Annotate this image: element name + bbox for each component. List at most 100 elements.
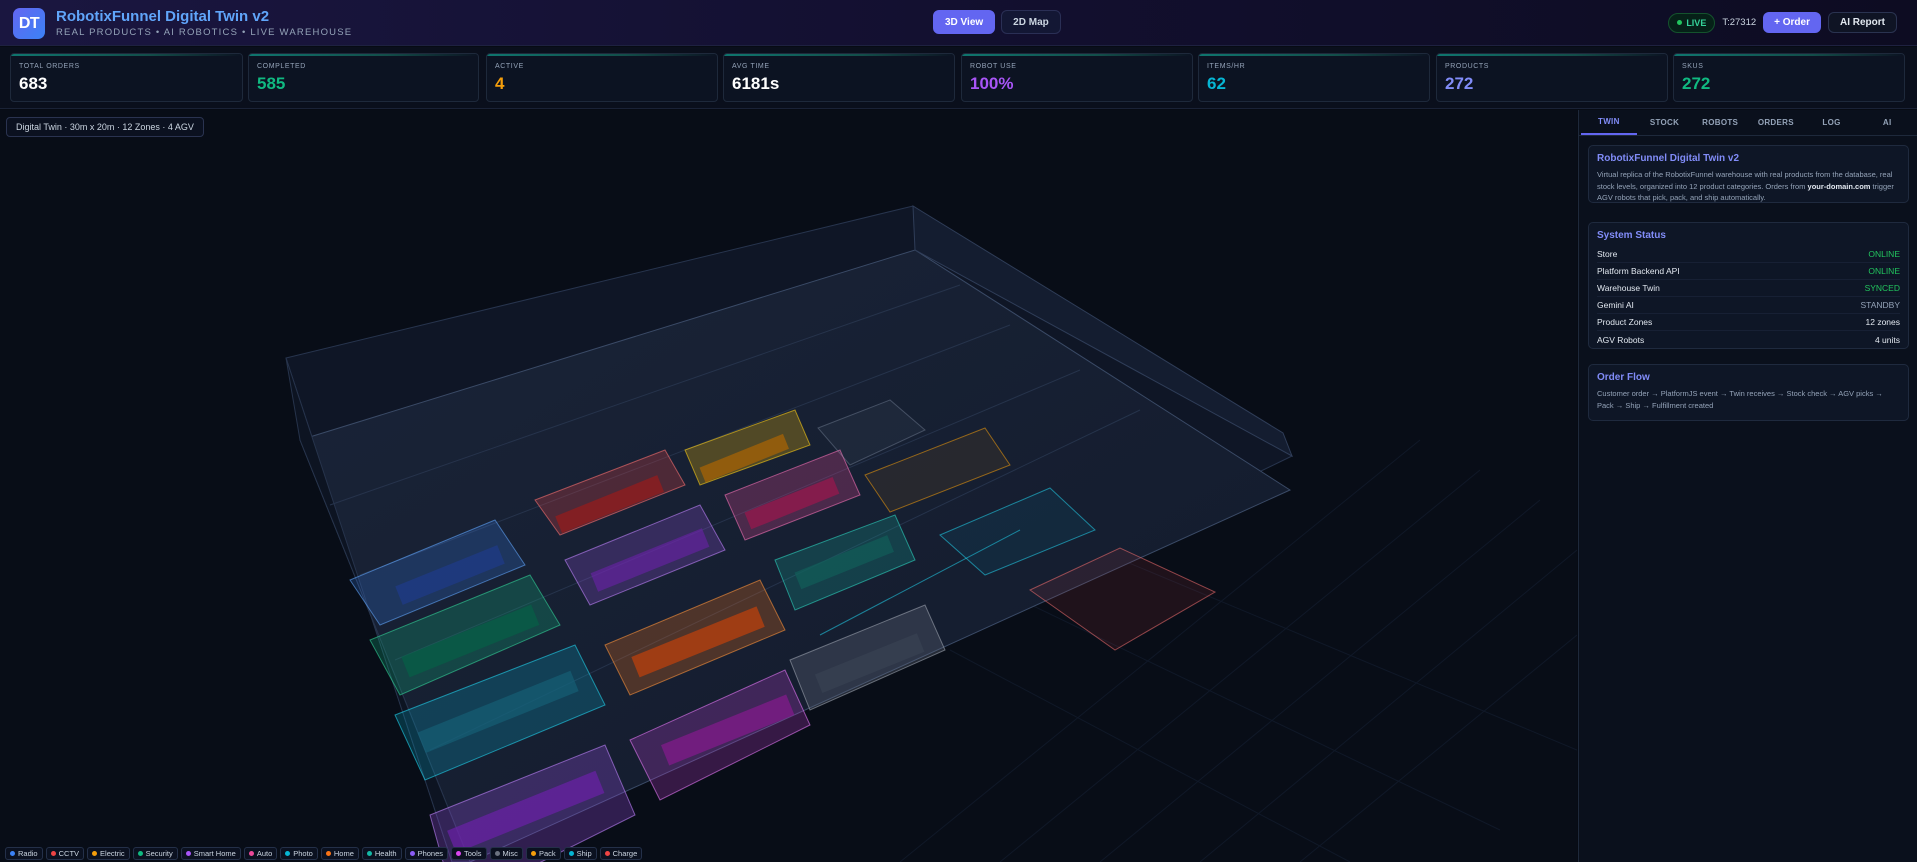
legend-item-home: Home (320, 847, 359, 860)
status-value: 12 zones (1865, 317, 1901, 327)
new-order-button[interactable]: + Order (1763, 12, 1821, 33)
stat-value: 272 (1445, 74, 1474, 93)
stat-avg-time: AVG TIME 6181s (723, 53, 955, 102)
legend-label: Radio (18, 849, 38, 858)
legend-item-electric: Electric (87, 847, 130, 860)
legend-item-misc: Misc (489, 847, 523, 860)
stat-robot-use: ROBOT USE 100% (961, 53, 1193, 102)
about-title: RobotixFunnel Digital Twin v2 (1597, 153, 1740, 164)
legend-swatch-icon (366, 851, 372, 856)
legend-swatch-icon (325, 851, 331, 856)
legend-swatch-icon (185, 851, 191, 856)
stat-value: 4 (495, 74, 505, 93)
status-key: AGV Robots (1597, 334, 1645, 345)
app-title: RobotixFunnel Digital Twin v2 (56, 8, 270, 25)
legend-swatch-icon (456, 851, 461, 856)
status-row-store: Store ONLINE (1597, 246, 1900, 263)
system-status-card: System Status Store ONLINE Platform Backe… (1588, 222, 1909, 349)
stats-bar: TOTAL ORDERS 683 COMPLETED 585 ACTIVE 4 … (0, 47, 1917, 109)
legend-item-pack: Pack (525, 847, 561, 860)
legend-label: Phones (417, 849, 443, 858)
status-key: Gemini AI (1597, 300, 1634, 310)
legend-label: Ship (576, 849, 592, 858)
about-text: Virtual replica of the RobotixFunnel war… (1597, 169, 1900, 204)
legend-swatch-icon (137, 851, 143, 856)
stat-value: 100% (970, 74, 1014, 93)
tab-stock[interactable]: STOCK (1637, 110, 1693, 135)
tab-ai[interactable]: AI (1859, 110, 1915, 135)
stat-label: PRODUCTS (1445, 63, 1490, 70)
legend-item-tools: Tools (451, 847, 487, 860)
status-value: ONLINE (1868, 249, 1900, 259)
warehouse-3d-render (285, 205, 1577, 862)
legend-item-radio: Radio (5, 847, 43, 860)
legend-label: Electric (100, 849, 125, 858)
live-dot-icon (1677, 20, 1683, 25)
status-title: System Status (1597, 230, 1666, 241)
status-row-gemini: Gemini AI STANDBY (1597, 297, 1900, 314)
ai-report-button[interactable]: AI Report (1828, 12, 1897, 33)
stat-label: SKUS (1682, 63, 1704, 70)
header-actions: LIVE T:27312 + Order AI Report (1668, 12, 1897, 33)
status-value: STANDBY (1860, 300, 1900, 310)
legend-swatch-icon (92, 851, 98, 856)
legend-label: Health (374, 849, 397, 858)
sim-tick: T:27312 (1722, 17, 1757, 28)
legend-swatch-icon (409, 851, 415, 856)
order-flow-card: Order Flow Customer order → PlatformJS e… (1588, 364, 1909, 421)
status-key: Platform Backend API (1597, 266, 1680, 276)
tab-robots[interactable]: ROBOTS (1692, 110, 1748, 135)
legend-label: Charge (612, 849, 638, 858)
stat-label: ROBOT USE (970, 63, 1017, 70)
legend-label: Security (145, 849, 173, 858)
stat-value: 683 (19, 74, 48, 93)
legend-label: Photo (293, 849, 313, 858)
status-key: Warehouse Twin (1597, 283, 1660, 293)
3d-view-button[interactable]: 3D View (933, 10, 996, 34)
status-row-robots: AGV Robots 4 units (1597, 331, 1900, 348)
2d-map-button[interactable]: 2D Map (1001, 10, 1061, 34)
status-value: 4 units (1874, 334, 1900, 345)
flow-title: Order Flow (1597, 372, 1650, 383)
stat-value: 585 (257, 74, 286, 93)
status-row-twin: Warehouse Twin SYNCED (1597, 280, 1900, 297)
legend-item-security: Security (132, 847, 178, 860)
legend-label: CCTV (58, 849, 80, 858)
stat-skus: SKUS 272 (1673, 53, 1905, 102)
flow-text: Customer order → PlatformJS event → Twin… (1597, 389, 1883, 410)
legend-item-auto: Auto (243, 847, 278, 860)
legend-item-ship: Ship (563, 847, 597, 860)
zone-legend: Radio CCTV Electric Security Smart Home … (5, 847, 643, 860)
warehouse-3d-viewport[interactable]: Digital Twin · 30m x 20m · 12 Zones · 4 … (0, 110, 1577, 862)
legend-label: Tools (464, 849, 482, 858)
stat-value: 62 (1207, 74, 1226, 93)
legend-swatch-icon (248, 851, 254, 856)
stat-total-orders: TOTAL ORDERS 683 (10, 53, 243, 102)
legend-label: Home (333, 849, 354, 858)
view-toggle: 3D View 2D Map (933, 10, 1061, 36)
status-value: SYNCED (1864, 283, 1900, 293)
legend-swatch-icon (530, 851, 536, 856)
legend-item-cctv: CCTV (45, 847, 85, 860)
status-value: ONLINE (1868, 266, 1900, 276)
legend-swatch-icon (50, 851, 56, 856)
legend-label: Smart Home (193, 849, 236, 858)
panel-tabs: TWIN STOCK ROBOTS ORDERS LOG AI (1579, 110, 1917, 136)
tab-log[interactable]: LOG (1804, 110, 1860, 135)
status-row-zones: Product Zones 12 zones (1597, 314, 1900, 331)
live-label: LIVE (1686, 17, 1707, 28)
status-key: Product Zones (1597, 317, 1653, 327)
legend-label: Auto (256, 849, 273, 858)
stat-items-hr: ITEMS/HR 62 (1198, 53, 1430, 102)
legend-label: Pack (538, 849, 556, 858)
tab-twin[interactable]: TWIN (1581, 110, 1637, 135)
status-key: Store (1597, 249, 1618, 259)
stat-value: 272 (1682, 74, 1711, 93)
app-header: DT RobotixFunnel Digital Twin v2 REAL PR… (0, 0, 1917, 46)
tab-orders[interactable]: ORDERS (1748, 110, 1804, 135)
legend-swatch-icon (494, 851, 500, 856)
scene-info-label: Digital Twin · 30m x 20m · 12 Zones · 4 … (6, 117, 204, 137)
stat-active: ACTIVE 4 (486, 53, 718, 102)
side-panel: TWIN STOCK ROBOTS ORDERS LOG AI RobotixF… (1578, 110, 1917, 862)
app-logo: DT (13, 8, 45, 39)
